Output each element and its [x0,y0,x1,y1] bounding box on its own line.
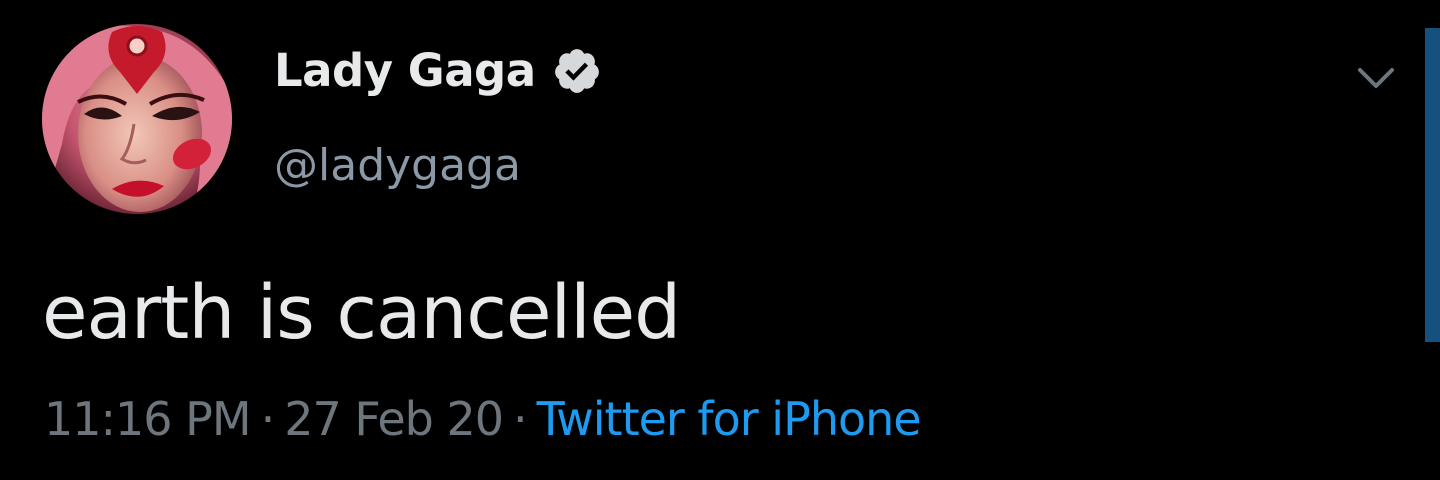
tweet-time[interactable]: 11:16 PM [44,392,252,446]
tweet-text: earth is cancelled [42,270,681,356]
author-name-row[interactable]: Lady Gaga [274,44,602,97]
display-name[interactable]: Lady Gaga [274,44,536,97]
verified-badge-icon [552,46,602,96]
meta-separator: · [260,392,276,446]
tweet-date[interactable]: 27 Feb 20 [284,392,504,446]
author-handle[interactable]: @ladygaga [274,140,521,191]
tweet-source-link[interactable]: Twitter for iPhone [537,392,922,446]
tweet-card: Lady Gaga @ladygaga earth is cancelled 1… [0,0,1440,480]
scroll-indicator [1425,28,1440,342]
meta-separator: · [513,392,528,446]
chevron-down-icon[interactable] [1356,58,1396,98]
avatar[interactable] [42,24,232,214]
tweet-meta: 11:16 PM · 27 Feb 20 · Twitter for iPhone [44,392,922,446]
avatar-image [42,24,232,214]
